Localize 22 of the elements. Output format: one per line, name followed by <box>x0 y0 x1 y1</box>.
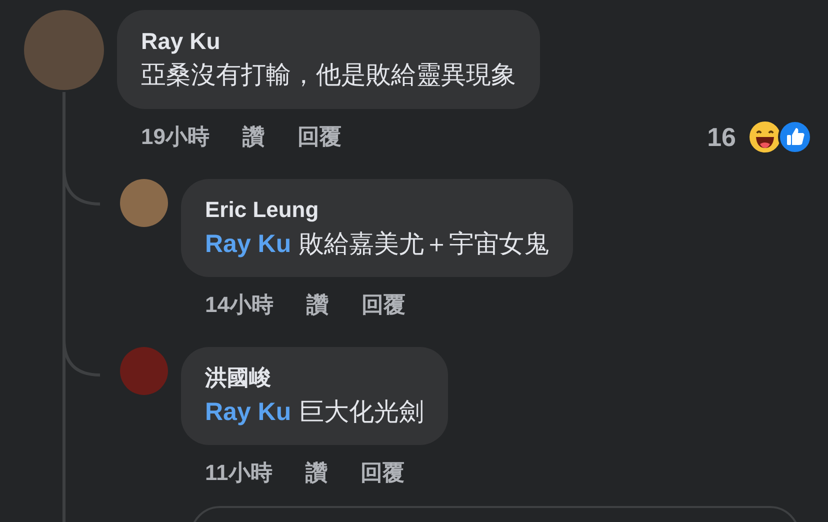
comment-text: Ray Ku 巨大化光劍 <box>205 397 424 428</box>
like-button[interactable]: 讚 <box>242 122 264 152</box>
timestamp: 11小時 <box>205 459 272 487</box>
avatar-photo[interactable] <box>120 179 168 227</box>
thumbs-up-icon <box>778 120 812 154</box>
author-name[interactable]: Eric Leung <box>205 195 550 225</box>
reply-button[interactable]: 回覆 <box>297 122 342 152</box>
reaction-count[interactable]: 16 <box>707 122 736 152</box>
mention-link[interactable]: Ray Ku <box>205 398 292 426</box>
like-button[interactable]: 讚 <box>305 458 328 488</box>
author-name[interactable]: Ray Ku <box>141 26 516 56</box>
like-button[interactable]: 讚 <box>306 290 328 320</box>
reply-button[interactable]: 回覆 <box>360 458 404 488</box>
timestamp: 14小時 <box>205 291 274 319</box>
comment-text: Ray Ku 敗給嘉美尤＋宇宙女鬼 <box>205 229 550 260</box>
timestamp: 19小時 <box>141 123 210 151</box>
avatar-photo[interactable] <box>120 347 168 395</box>
mention-link[interactable]: Ray Ku <box>205 230 292 258</box>
author-name[interactable]: 洪國峻 <box>205 363 424 393</box>
comment-text: 亞桑沒有打輸，他是敗給靈異現象 <box>141 60 516 91</box>
laughing-face-icon <box>748 120 782 154</box>
reply-button[interactable]: 回覆 <box>361 290 406 320</box>
